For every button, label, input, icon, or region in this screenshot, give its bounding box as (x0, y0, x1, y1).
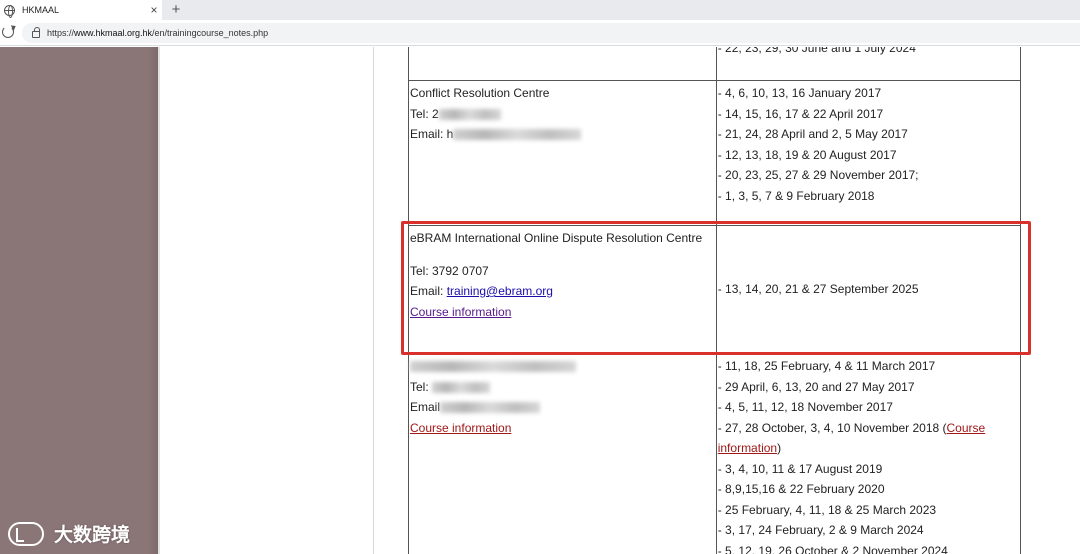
dates-cell: - 22, 23, 29, 30 June and 1 July 2024 (715, 47, 1022, 81)
date-item: - 12, 13, 18, 19 & 20 August 2017 (717, 147, 897, 162)
table-row: Conflict Resolution Centre Tel: 2 Email:… (408, 80, 1022, 226)
date-item: - 5, 12, 19, 26 October & 2 November 202… (717, 543, 948, 554)
redacted-text (432, 381, 491, 393)
date-item: - 14, 15, 16, 17 & 22 April 2017 (717, 106, 884, 121)
course-link-inline-cont[interactable]: information (718, 441, 777, 455)
date-item-with-link-cont: information) (718, 438, 1019, 459)
date-item: - 25 February, 4, 11, 18 & 25 March 2023 (717, 502, 937, 517)
url-input[interactable]: https://www.hkmaal.org.hk/en/trainingcou… (22, 23, 1080, 43)
tel-label: Tel: (410, 379, 429, 394)
course-information-link[interactable]: Course information (410, 305, 511, 319)
date-item: - 3, 4, 10, 11 & 17 August 2019 (717, 461, 883, 476)
tel-label: Tel: 2 (410, 106, 439, 121)
tab-title: HKMAAL (22, 5, 60, 15)
provider-email: Email (410, 397, 715, 418)
date-item: - 4, 6, 10, 13, 16 January 2017 (717, 86, 882, 100)
table-row: eBRAM International Online Dispute Resol… (408, 225, 1022, 354)
close-tab-button[interactable]: × (146, 3, 162, 17)
email-link[interactable]: training@ebram.org (447, 284, 553, 298)
dates-cell: - 13, 14, 20, 21 & 27 September 2025 (715, 225, 1022, 354)
date-text: ) (777, 441, 782, 455)
date-item: - 22, 23, 29, 30 June and 1 July 2024 (717, 47, 916, 55)
date-item: - 29 April, 6, 13, 20 and 27 May 2017 (717, 379, 915, 394)
date-item: - 21, 24, 28 April and 2, 5 May 2017 (717, 127, 908, 141)
watermark: 大数跨境 (8, 520, 130, 547)
provider-email: Email: h (410, 124, 715, 145)
email-label: Email (410, 400, 441, 414)
watermark-text: 大数跨境 (54, 525, 131, 546)
provider-name (410, 356, 715, 377)
email-label: Email: h (410, 127, 454, 141)
dates-cell: - 11, 18, 25 February, 4 & 11 March 2017… (715, 353, 1022, 554)
date-item: - 4, 5, 11, 12, 18 November 2017 (717, 400, 893, 414)
url-prefix: https:// (47, 28, 75, 38)
provider-name: Conflict Resolution Centre (410, 86, 550, 100)
url-text: https://www.hkmaal.org.hk/en/trainingcou… (47, 28, 268, 38)
date-item: - 13, 14, 20, 21 & 27 September 2025 (717, 282, 919, 297)
page-left-gutter (0, 47, 158, 554)
course-info: Course information (410, 418, 715, 439)
address-bar: https://www.hkmaal.org.hk/en/trainingcou… (0, 20, 1080, 46)
tab-bar: HKMAAL × + (0, 0, 1080, 20)
training-course-table: - 22, 23, 29, 30 June and 1 July 2024 Co… (408, 47, 1022, 554)
email-label: Email: (410, 284, 447, 298)
page-side-panel (160, 47, 374, 554)
globe-icon (4, 4, 15, 18)
provider-name: eBRAM International Online Dispute Resol… (410, 231, 703, 245)
course-info: Course information (410, 302, 715, 323)
provider-email: Email: training@ebram.org (410, 281, 715, 302)
main-content: - 22, 23, 29, 30 June and 1 July 2024 Co… (375, 47, 1080, 554)
table-row: Tel: Email Course information - 11, 18, … (408, 353, 1022, 554)
provider-tel: Tel: 2 (410, 104, 715, 125)
date-item: - 8,9,15,16 & 22 February 2020 (717, 482, 885, 496)
provider-cell: Tel: Email Course information (408, 353, 717, 554)
date-text: - 27, 28 October, 3, 4, 10 November 2018… (717, 420, 947, 435)
date-item: - 3, 17, 24 February, 2 & 9 March 2024 (717, 523, 924, 537)
tab-hkmaal[interactable]: HKMAAL × (0, 0, 162, 20)
provider-cell (408, 47, 717, 81)
date-item-with-link: - 27, 28 October, 3, 4, 10 November 2018… (718, 418, 1019, 439)
new-tab-button[interactable]: + (168, 0, 184, 20)
redacted-text (440, 402, 541, 414)
date-item: - 20, 23, 25, 27 & 29 November 2017; (717, 168, 919, 182)
provider-tel: Tel: (410, 377, 715, 398)
redacted-text (410, 361, 576, 373)
url-path: /en/trainingcourse_notes.php (152, 28, 269, 38)
date-item: - 11, 18, 25 February, 4 & 11 March 2017 (717, 359, 936, 373)
dates-cell: - 4, 6, 10, 13, 16 January 2017 - 14, 15… (715, 80, 1022, 226)
date-item: - 1, 3, 5, 7 & 9 February 2018 (717, 188, 875, 203)
redacted-text (453, 129, 582, 141)
redacted-text (438, 108, 501, 120)
provider-cell: eBRAM International Online Dispute Resol… (408, 225, 717, 354)
watermark-logo-icon (8, 521, 44, 546)
table-row: - 22, 23, 29, 30 June and 1 July 2024 (408, 47, 1022, 81)
course-link-inline[interactable]: Course (947, 421, 986, 435)
reload-icon[interactable] (2, 26, 14, 38)
lock-icon[interactable] (32, 27, 40, 38)
provider-tel: Tel: 3792 0707 (410, 263, 489, 278)
provider-cell: Conflict Resolution Centre Tel: 2 Email:… (408, 80, 717, 226)
course-information-link[interactable]: Course information (410, 421, 511, 435)
url-domain: www.hkmaal.org.hk (74, 28, 153, 38)
